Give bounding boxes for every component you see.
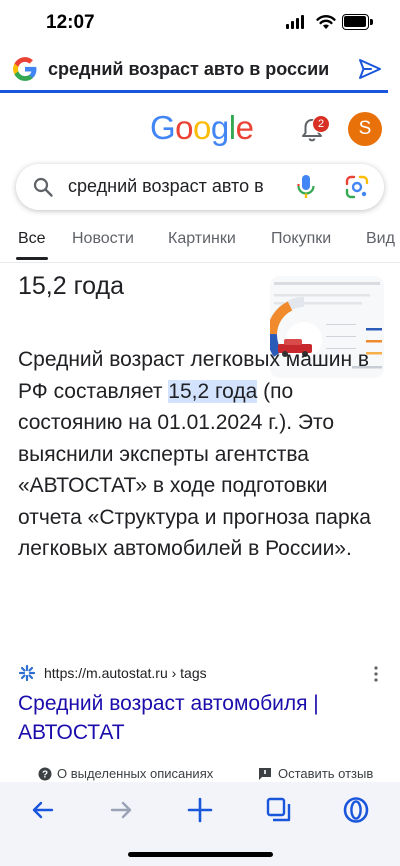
tab-all[interactable]: Все [18,230,46,248]
tabs-divider [0,262,400,263]
search-input[interactable]: средний возраст авто в [68,176,284,197]
more-options-icon[interactable] [370,665,382,683]
back-arrow-icon[interactable] [29,796,57,824]
google-lens-icon[interactable] [344,174,370,200]
google-logo-letter: o [175,109,194,146]
page-load-progress [0,90,388,93]
account-avatar[interactable]: S [348,112,382,146]
snippet-highlight: 15,2 года [168,379,258,403]
source-title-link[interactable]: Средний возраст автомобиля | АВТОСТАТ [18,689,378,747]
google-logo-letter: e [235,109,254,146]
google-g-icon [13,57,37,81]
google-logo-letter: o [193,109,211,146]
site-favicon-icon[interactable] [18,664,36,682]
tab-news[interactable]: Новости [72,230,134,248]
featured-answer-title: 15,2 года [18,272,125,300]
featured-snippet-text: Средний возраст легковых машин в РФ сост… [18,344,384,565]
google-logo-letter: g [210,109,229,146]
help-circle-icon: ? [38,767,52,781]
tab-videos[interactable]: Вид [366,230,395,248]
tab-shopping[interactable]: Покупки [271,230,331,248]
voice-search-mic-icon[interactable] [296,174,316,200]
google-logo-letter: G [150,109,176,146]
feedback-icon [259,768,271,780]
search-icon [33,177,53,197]
battery-icon [342,14,374,30]
about-featured-snippets-link[interactable]: О выделенных описаниях [57,766,213,781]
status-time: 12:07 [46,12,95,33]
svg-text:?: ? [42,770,48,781]
wifi-icon [316,15,336,29]
tab-images[interactable]: Картинки [168,230,236,248]
snippet-text-after: (по состоянию на 01.01.2024 г.). Это выя… [18,379,371,561]
source-url[interactable]: https://m.autostat.ru › tags [44,665,207,681]
address-bar-text[interactable]: средний возраст авто в россии [48,59,329,80]
google-logo-letter: l [228,109,236,146]
cellular-signal-icon [286,15,306,29]
google-logo[interactable]: Google [150,109,254,147]
forward-arrow-icon[interactable] [107,796,135,824]
active-tab-indicator [16,257,48,260]
new-tab-plus-icon[interactable] [186,796,214,824]
leave-feedback-link[interactable]: Оставить отзыв [278,766,373,781]
home-indicator [128,852,273,857]
opera-menu-icon[interactable] [342,796,370,824]
notification-count-badge: 2 [312,115,330,133]
send-icon[interactable] [357,56,383,82]
tabs-switcher-icon[interactable] [265,796,293,824]
